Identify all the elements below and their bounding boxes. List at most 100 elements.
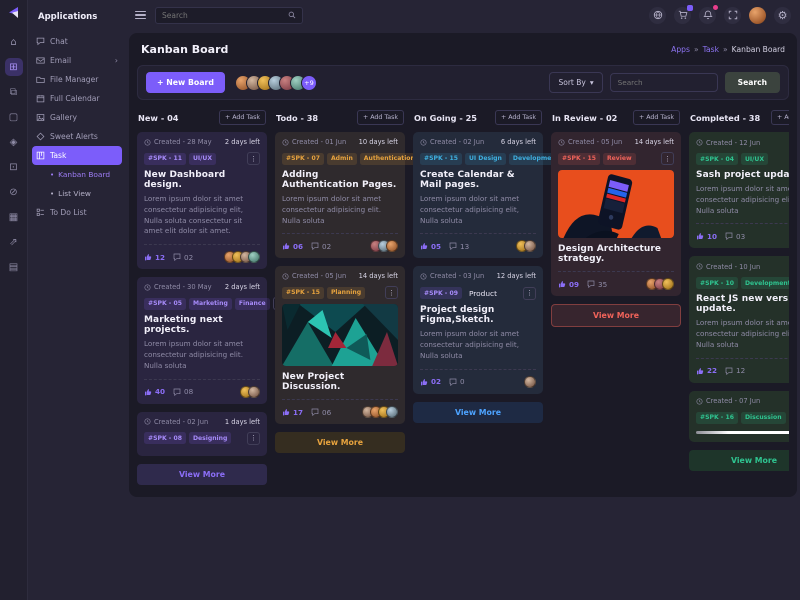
add-task-button[interactable]: + Add Task [771,110,789,125]
task-card[interactable]: Created - 07 Jun✓ #SPK - 16Discussion [689,391,789,443]
like-button[interactable]: 05 [420,242,441,251]
cart-icon[interactable] [674,7,691,24]
card-days-left: 12 days left [497,272,536,280]
comments-button[interactable]: 08 [173,387,193,396]
new-board-button[interactable]: + New Board [146,72,225,93]
like-button[interactable]: 09 [558,280,579,289]
comments-button[interactable]: 03 [725,232,745,241]
comments-button[interactable]: 02 [173,253,193,262]
widgets-icon[interactable]: ◈ [5,133,23,151]
settings-gear-icon[interactable]: ⚙ [774,7,791,24]
sidebar-subitem-kanban-board[interactable]: • Kanban Board [28,165,126,184]
like-button[interactable]: 40 [144,387,165,396]
view-more-button[interactable]: View More [413,402,543,423]
card-days-left: 6 days left [501,138,536,146]
view-more-button[interactable]: View More [275,432,405,453]
add-task-button[interactable]: + Add Task [219,110,266,125]
sidebar-item-file-manager[interactable]: File Manager [28,70,126,89]
add-task-button[interactable]: + Add Task [357,110,404,125]
card-menu-button[interactable]: ⋮ [385,286,398,299]
breadcrumb: Apps» Task» Kanban Board [671,45,785,54]
card-created: Created - 12 Jun [706,139,760,147]
card-image-polygon-art [282,304,398,366]
page-header: Kanban Board Apps» Task» Kanban Board [137,40,789,65]
card-menu-button[interactable]: ⋮ [523,287,536,300]
add-task-button[interactable]: + Add Task [633,110,680,125]
sort-by-dropdown[interactable]: Sort By ▾ [549,72,602,93]
task-card[interactable]: Created - 01 Jun10 days left #SPK - 07Ad… [275,132,405,258]
topbar-icons: ⚙ [649,7,791,24]
task-card[interactable]: Created - 03 Jun12 days left #SPK - 09Pr… [413,266,543,393]
comments-button[interactable]: 0 [449,377,465,386]
brand-logo-icon[interactable] [7,6,20,19]
todo-list-icon [36,208,45,217]
board-search-button[interactable]: Search [725,72,780,93]
apps-grid-icon[interactable]: ⊞ [5,58,23,76]
view-more-button[interactable]: View More [137,464,267,485]
sidebar-item-task[interactable]: Task [32,146,122,165]
sidebar-item-to-do-list[interactable]: To Do List [28,203,126,222]
disc-icon[interactable]: ⊘ [5,183,23,201]
comments-button[interactable]: 06 [311,408,331,417]
like-button[interactable]: 06 [282,242,303,251]
card-menu-button[interactable]: ⋮ [247,432,260,445]
fullscreen-icon[interactable] [724,7,741,24]
card-tag: UI/UX [741,153,768,165]
comments-button[interactable]: 35 [587,280,607,289]
layers-icon[interactable]: ⧉ [5,83,23,101]
home-icon[interactable]: ⌂ [5,33,23,51]
add-task-button[interactable]: + Add Task [495,110,542,125]
like-button[interactable]: 10 [696,232,717,241]
comments-button[interactable]: 02 [311,242,331,251]
sidebar-item-gallery[interactable]: Gallery [28,108,126,127]
breadcrumb-task[interactable]: Task [703,45,719,54]
task-card[interactable]: Created - 05 Jun14 days left #SPK - 15Pl… [275,266,405,424]
clock-icon [144,139,151,146]
comments-button[interactable]: 12 [725,366,745,375]
card-avatars [240,386,260,398]
menu-toggle-icon[interactable] [135,9,146,21]
like-button[interactable]: 22 [696,366,717,375]
task-card[interactable]: Created - 28 May2 days left #SPK - 11UI/… [137,132,267,269]
sidebar-item-sweet-alerts[interactable]: Sweet Alerts [28,127,126,146]
bell-icon[interactable] [699,7,716,24]
sidebar-item-chat[interactable]: Chat [28,32,126,51]
like-button[interactable]: 12 [144,253,165,262]
card-menu-button[interactable]: ⋮ [247,152,260,165]
card-tag: UI Design [465,153,506,165]
breadcrumb-apps[interactable]: Apps [671,45,690,54]
card-body: Lorem ipsum dolor sit amet consectetur a… [282,194,398,226]
sidebar-subitem-list-view[interactable]: • List View [28,184,126,203]
more-avatars-badge[interactable]: +9 [301,75,317,91]
pages-icon[interactable]: ▢ [5,108,23,126]
sidebar-item-full-calendar[interactable]: Full Calendar [28,89,126,108]
tables-icon[interactable]: ▤ [5,258,23,276]
card-tag: #SPK - 15 [420,153,462,165]
globe-icon[interactable] [649,7,666,24]
card-tag: Authentication [360,153,419,165]
task-card[interactable]: Created - 05 Jun14 days left #SPK - 15Re… [551,132,681,296]
card-title: React JS new version update. [696,294,789,314]
page-title: Kanban Board [141,43,228,56]
global-search-input[interactable] [162,11,288,20]
task-card[interactable]: Created - 02 Jun 6 days left #SPK - 15UI … [413,132,543,258]
like-button[interactable]: 02 [420,377,441,386]
user-avatar[interactable] [749,7,766,24]
card-created: Created - 02 Jun [430,138,484,146]
card-menu-button[interactable]: ⋮ [661,152,674,165]
column-title: Todo - 38 [276,113,318,123]
ecommerce-icon[interactable]: ⊡ [5,158,23,176]
task-card[interactable]: Created - 12 Jun✓ #SPK - 04UI/UX Sash pr… [689,132,789,248]
comment-icon [449,378,457,386]
like-button[interactable]: 17 [282,408,303,417]
task-card[interactable]: Created - 10 Jun✓ #SPK - 10Development R… [689,256,789,382]
sidebar-item-email[interactable]: Email › [28,51,126,70]
charts-icon[interactable]: ⇗ [5,233,23,251]
cards-icon[interactable]: ▦ [5,208,23,226]
task-card[interactable]: Created - 02 Jun1 days left #SPK - 08Des… [137,412,267,456]
comments-button[interactable]: 13 [449,242,469,251]
board-search-input[interactable] [610,73,718,92]
view-more-button[interactable]: View More [551,304,681,327]
view-more-button[interactable]: View More [689,450,789,471]
task-card[interactable]: Created - 30 May2 days left #SPK - 05Mar… [137,277,267,403]
